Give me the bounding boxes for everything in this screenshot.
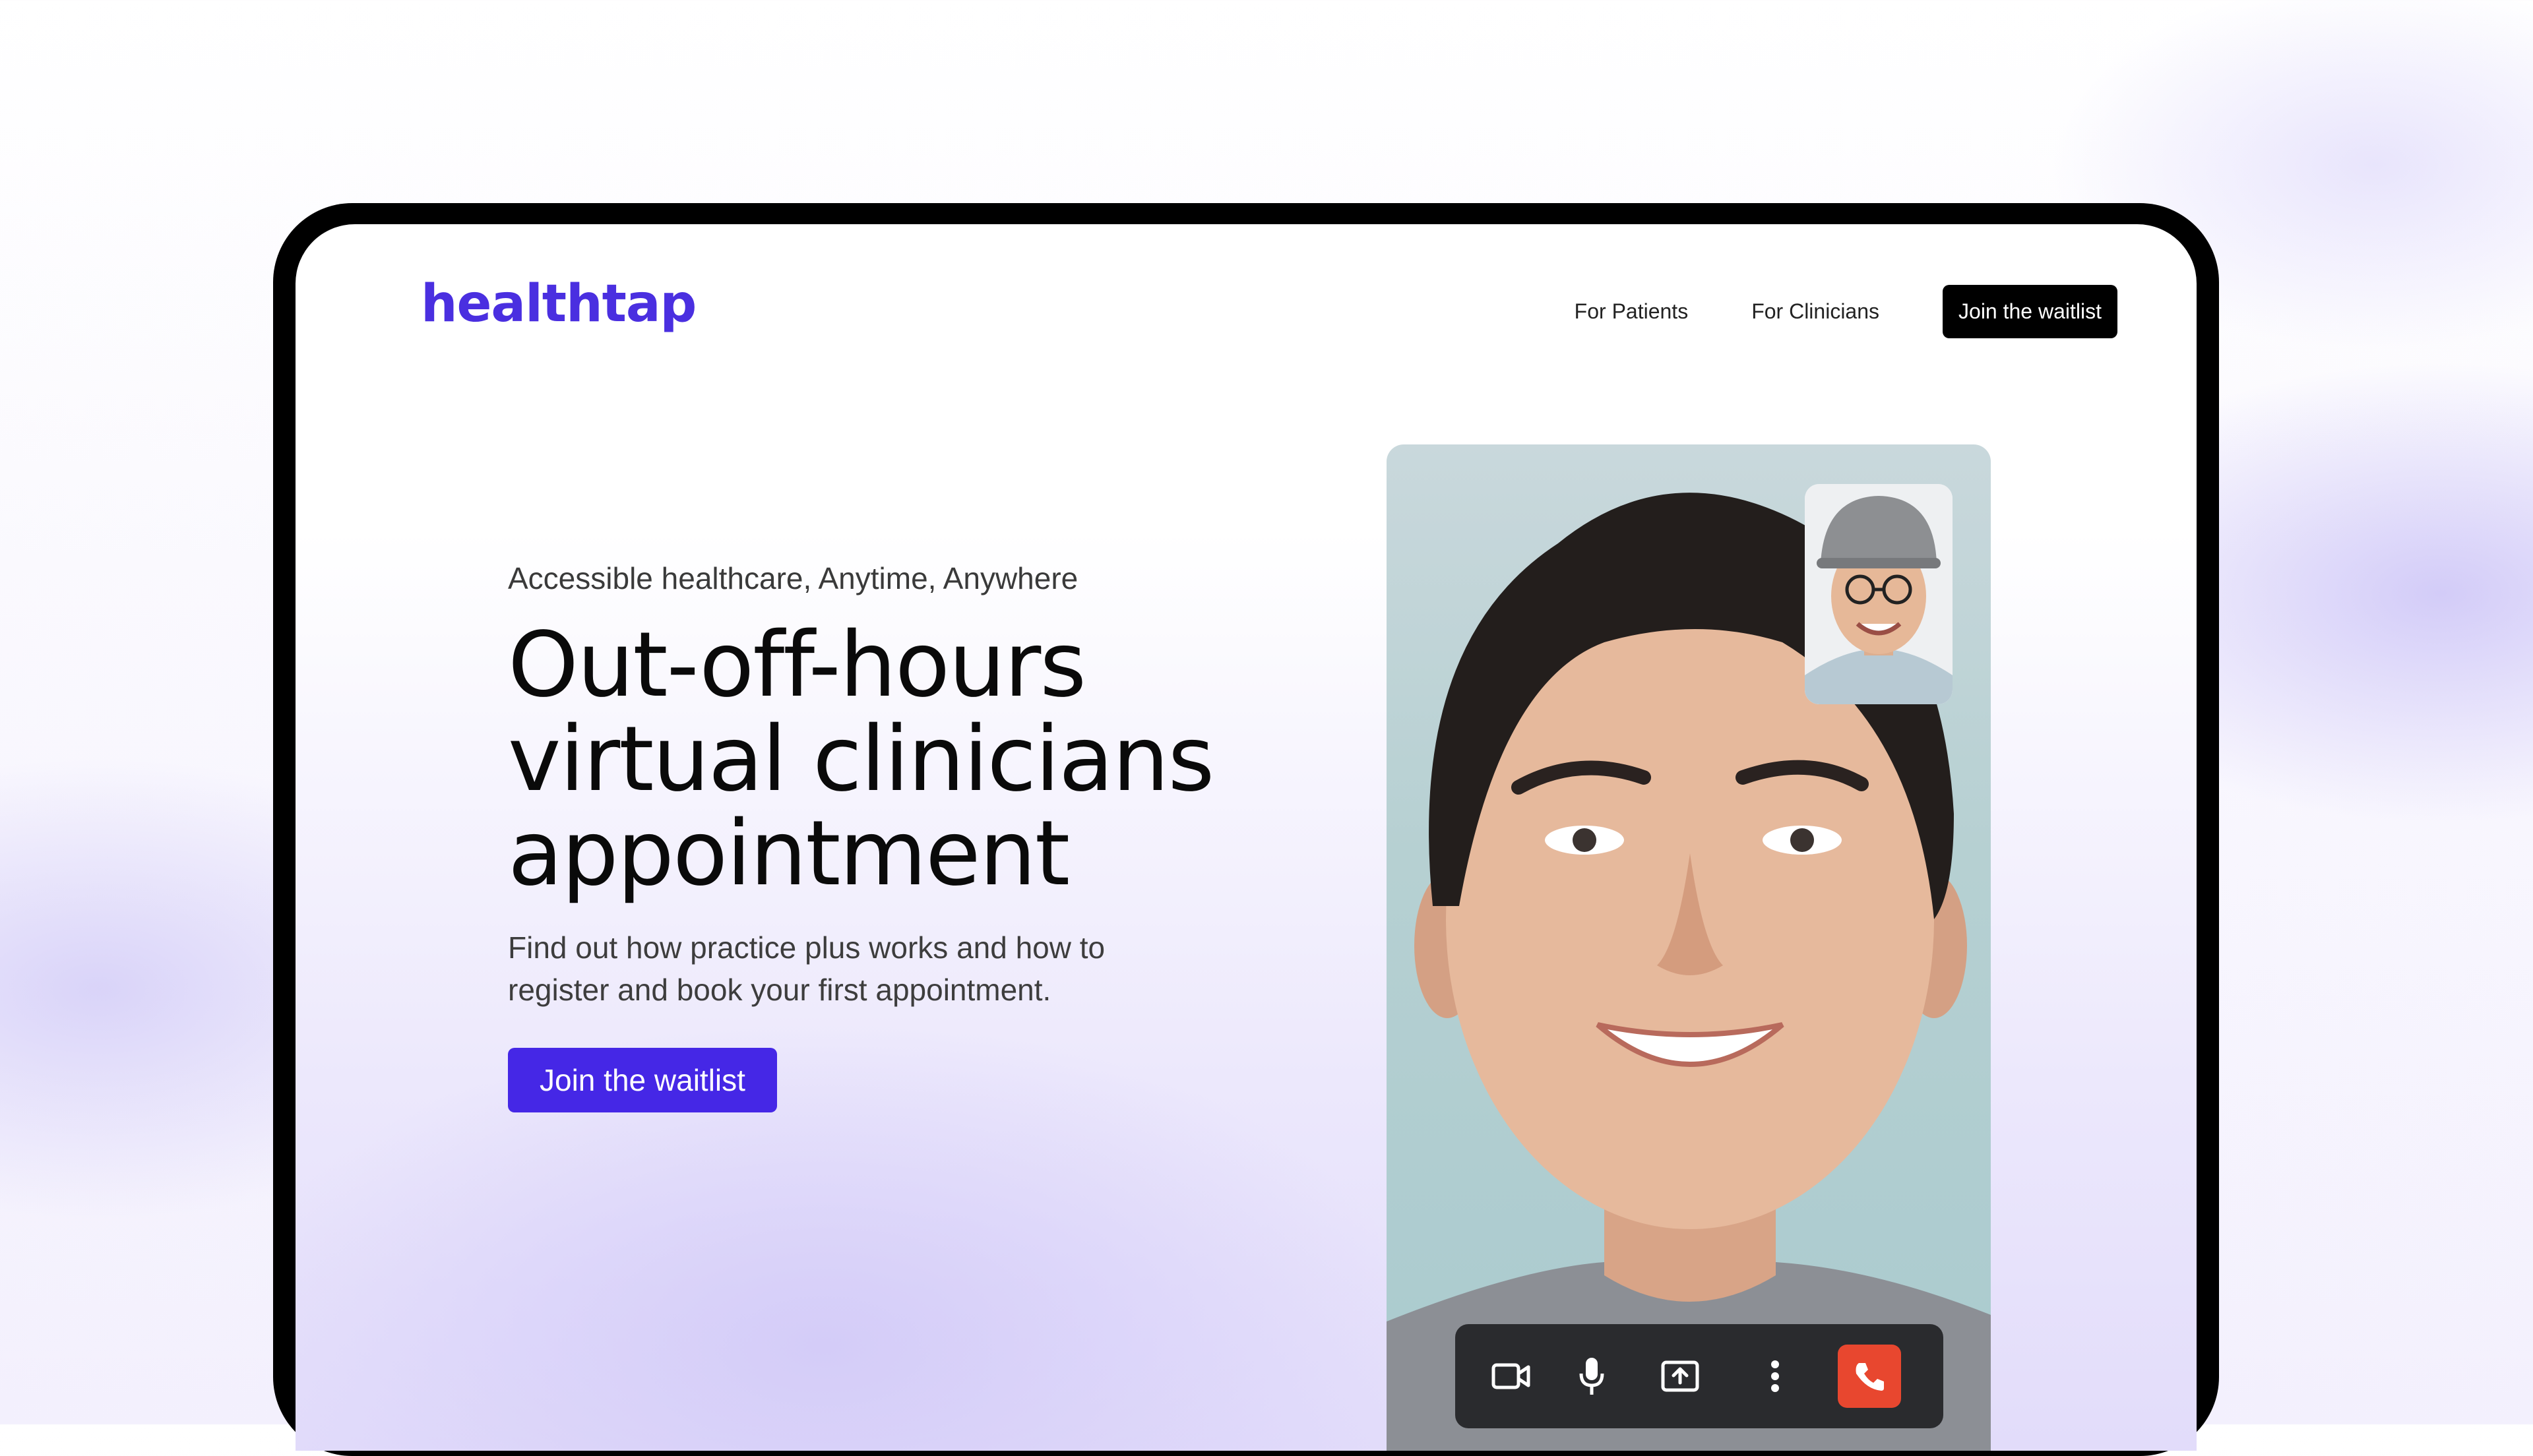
hero-description: Find out how practice plus works and how… <box>508 930 1106 1007</box>
microphone-icon[interactable] <box>1562 1347 1621 1406</box>
pip-participant-image <box>1805 484 1953 704</box>
nav-link-for-clinicians[interactable]: For Clinicians <box>1751 299 1879 324</box>
end-call-icon[interactable] <box>1838 1345 1901 1408</box>
hero-title-line-1: Out-off-hours <box>508 613 1086 717</box>
hero-join-waitlist-button[interactable]: Join the waitlist <box>508 1048 777 1112</box>
pip-participant-video[interactable] <box>1805 484 1953 704</box>
nav-join-waitlist-button[interactable]: Join the waitlist <box>1943 285 2117 338</box>
website-screen: healthtap For Patients For Clinicians Jo… <box>296 224 2197 1451</box>
more-options-icon[interactable] <box>1745 1347 1805 1406</box>
video-call-preview <box>1387 444 1991 1451</box>
top-navigation: For Patients For Clinicians Join the wai… <box>1575 285 2117 338</box>
hero-title: Out-off-hours virtual clinicians appoint… <box>508 619 1234 901</box>
share-screen-icon[interactable] <box>1650 1347 1710 1406</box>
nav-link-for-patients[interactable]: For Patients <box>1575 299 1689 324</box>
call-controls-bar <box>1455 1324 1943 1428</box>
healthtap-logo[interactable]: healthtap <box>421 274 697 334</box>
hero-title-line-3: appointment <box>508 802 1070 906</box>
hero-title-line-2: virtual clinicians <box>508 708 1214 812</box>
hero-kicker: Accessible healthcare, Anytime, Anywhere <box>508 561 1079 595</box>
hero-section: Accessible healthcare, Anytime, Anywhere… <box>508 561 1234 1112</box>
video-camera-icon[interactable] <box>1482 1347 1541 1406</box>
